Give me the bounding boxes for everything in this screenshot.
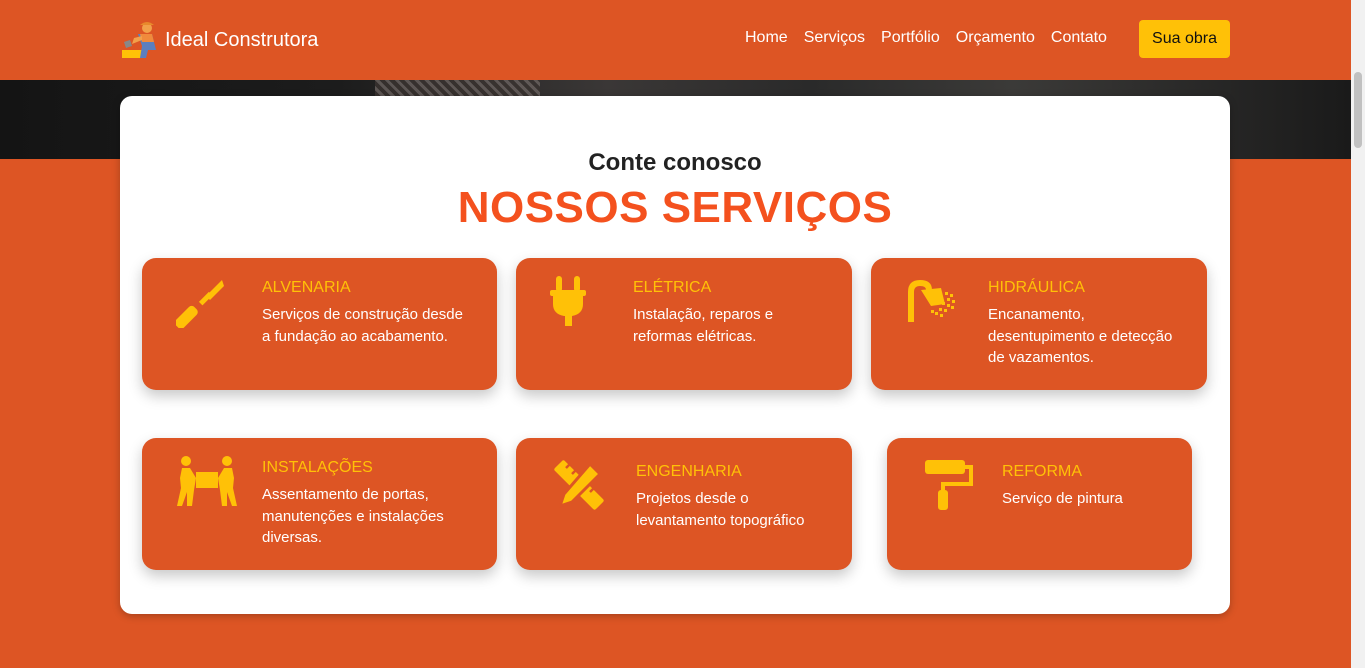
service-title: INSTALAÇÕES: [262, 459, 373, 476]
nav-link-portfolio[interactable]: Portfólio: [881, 29, 940, 47]
brand[interactable]: Ideal Construtora: [120, 20, 318, 60]
service-description: Serviço de pintura: [1002, 490, 1123, 507]
section-title: NOSSOS SERVIÇOS: [457, 183, 893, 232]
trowel-icon: [176, 280, 224, 328]
service-card-hidraulica[interactable]: HIDRÁULICA Encanamento, desentupimento e…: [871, 258, 1207, 390]
service-title: ELÉTRICA: [633, 279, 712, 296]
page-scrollbar[interactable]: [1351, 0, 1365, 668]
service-title: ENGENHARIA: [636, 463, 742, 480]
paint-roller-icon: [925, 460, 973, 510]
people-carry-icon: [177, 456, 237, 506]
nav-links: Home Serviços Portfólio Orçamento Contat…: [745, 29, 1123, 47]
construction-worker-icon: [122, 22, 156, 58]
nav-link-home[interactable]: Home: [745, 29, 788, 47]
sua-obra-button[interactable]: Sua obra: [1139, 20, 1230, 58]
service-description: Encanamento, desentupimento e detecção d…: [988, 306, 1173, 366]
service-description: Instalação, reparos e reformas elétricas…: [633, 306, 774, 345]
service-description: Projetos desde o levantamento topográfic…: [636, 490, 805, 529]
service-description: Assentamento de portas, manutenções e in…: [262, 486, 444, 546]
service-card-alvenaria[interactable]: ALVENARIA Serviços de construção desde a…: [142, 258, 497, 390]
brand-name: Ideal Construtora: [165, 28, 319, 51]
services-panel: Conte conosco NOSSOS SERVIÇOS ALVENARIA …: [120, 96, 1230, 614]
plug-icon: [550, 276, 586, 326]
service-card-reforma[interactable]: REFORMA Serviço de pintura: [887, 438, 1192, 570]
service-title: REFORMA: [1002, 463, 1082, 480]
service-title: ALVENARIA: [262, 279, 351, 296]
service-card-engenharia[interactable]: ENGENHARIA Projetos desde o levantamento…: [516, 438, 852, 570]
service-description: Serviços de construção desde a fundação …: [262, 306, 463, 345]
pencil-ruler-icon: [554, 460, 604, 510]
section-eyebrow: Conte conosco: [588, 149, 762, 176]
nav-link-orcamento[interactable]: Orçamento: [956, 29, 1035, 47]
shower-icon: [908, 280, 955, 322]
scrollbar-thumb[interactable]: [1354, 72, 1362, 148]
service-title: HIDRÁULICA: [988, 279, 1085, 296]
service-card-eletrica[interactable]: ELÉTRICA Instalação, reparos e reformas …: [516, 258, 852, 390]
navbar: Ideal Construtora Home Serviços Portfóli…: [0, 0, 1351, 80]
nav-link-contato[interactable]: Contato: [1051, 29, 1107, 47]
nav-link-servicos[interactable]: Serviços: [804, 29, 865, 47]
service-card-instalacoes[interactable]: INSTALAÇÕES Assentamento de portas, manu…: [142, 438, 497, 570]
